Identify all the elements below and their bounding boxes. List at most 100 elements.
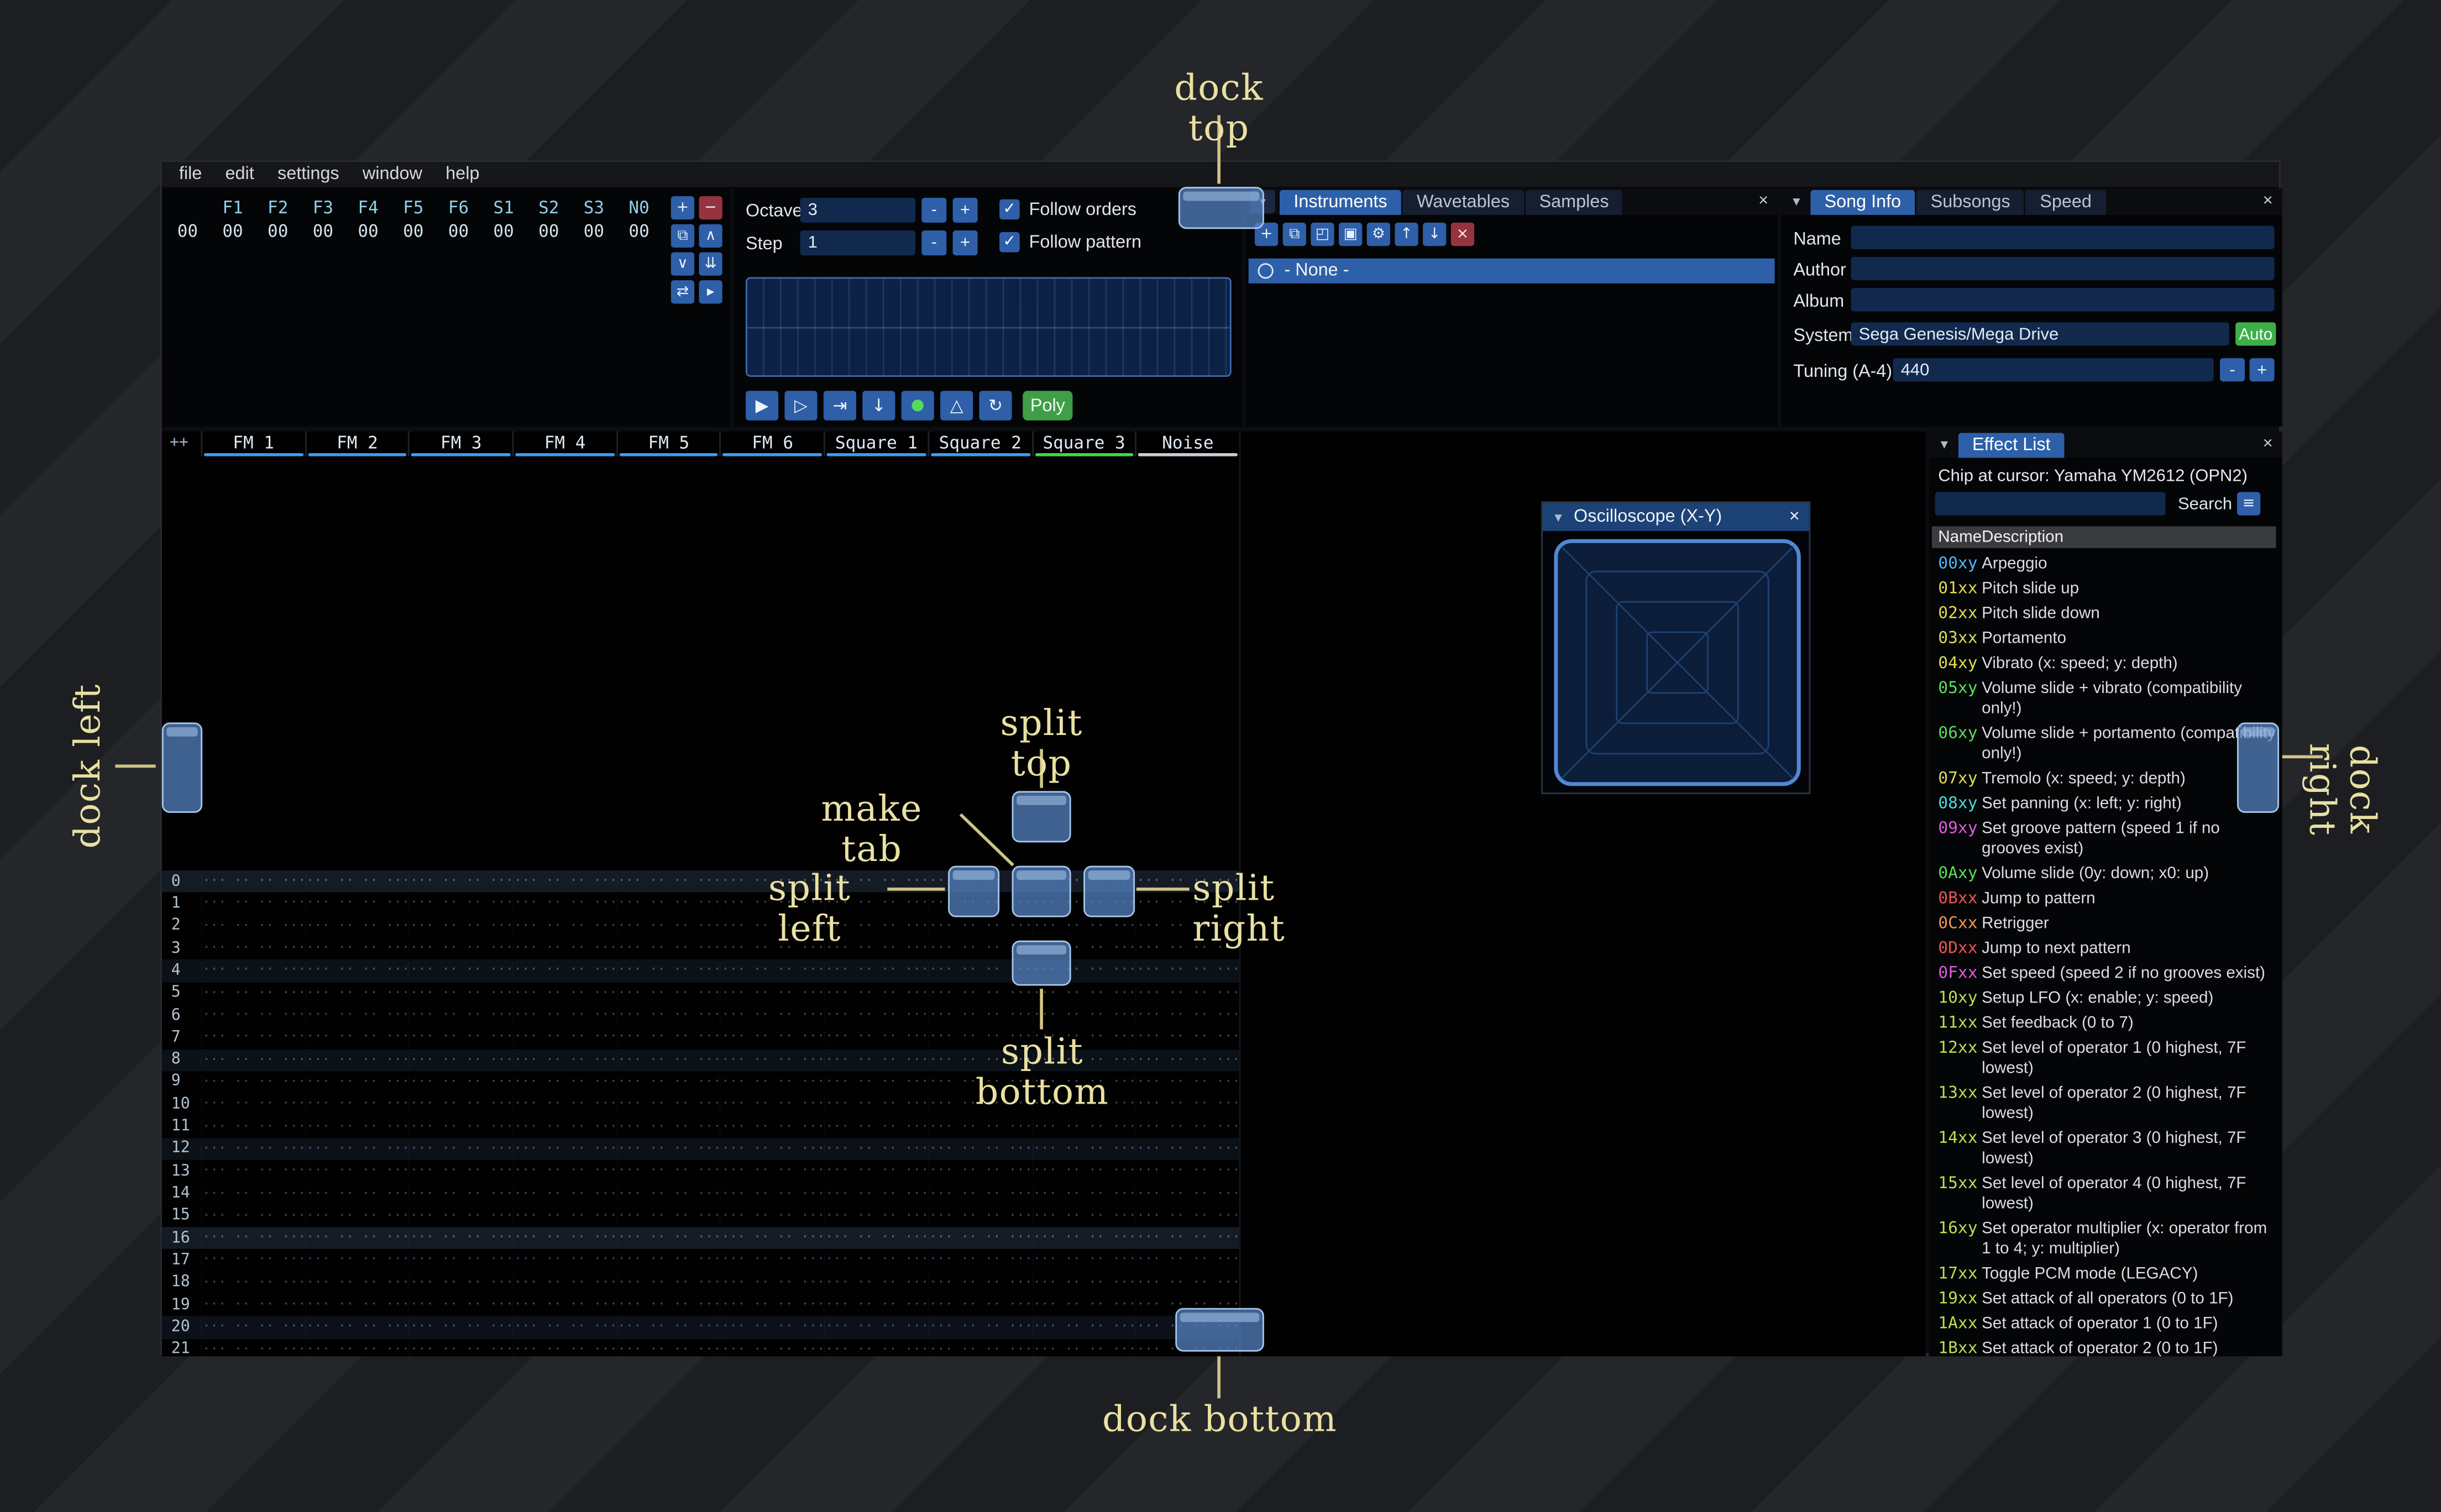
menu-item-help[interactable]: help: [446, 165, 479, 184]
play-from-cursor-button[interactable]: ⇥: [823, 391, 856, 421]
pattern-cell[interactable]: ··· ·· ·· ···: [201, 1074, 305, 1090]
pattern-cell[interactable]: ··· ·· ·· ···: [927, 985, 1031, 1001]
record-button[interactable]: ●: [901, 391, 934, 421]
pattern-cell[interactable]: ··· ·· ·· ···: [201, 918, 305, 935]
piano-widget[interactable]: [746, 277, 1232, 377]
channel-header-fm-2[interactable]: FM 2: [305, 431, 408, 456]
duplicate-instrument-button[interactable]: ⧉: [1282, 222, 1306, 246]
close-icon[interactable]: ×: [1758, 192, 1768, 211]
order-cell[interactable]: 00: [345, 221, 391, 244]
effect-row[interactable]: 0Fxx Set speed (speed 2 if no grooves exi…: [1932, 961, 2282, 986]
effect-row[interactable]: 1Axx Set attack of operator 1 (0 to 1F): [1932, 1311, 2282, 1336]
pattern-cell[interactable]: ··· ·· ·· ···: [512, 985, 616, 1001]
effect-row[interactable]: 00xy Arpeggio: [1932, 551, 2282, 576]
pattern-cell[interactable]: ··· ·· ·· ···: [616, 1342, 720, 1357]
pattern-cell[interactable]: ··· ·· ·· ···: [1135, 1275, 1239, 1291]
pattern-cell[interactable]: ··· ·· ·· ···: [824, 985, 928, 1001]
pattern-cell[interactable]: ··· ·· ·· ···: [512, 874, 616, 890]
tuning-field[interactable]: 440: [1893, 358, 2214, 382]
pattern-cell[interactable]: ··· ·· ·· ···: [1031, 1230, 1135, 1246]
menu-item-settings[interactable]: settings: [277, 165, 339, 184]
step-one-row-button[interactable]: ↓: [862, 391, 895, 421]
pattern-cell[interactable]: ··· ·· ·· ···: [201, 1052, 305, 1068]
pattern-cell[interactable]: ··· ·· ·· ···: [305, 1252, 408, 1268]
pattern-cell[interactable]: ··· ·· ·· ···: [1031, 1007, 1135, 1023]
close-icon[interactable]: ×: [1789, 508, 1800, 527]
tuning-decrease-button[interactable]: -: [2220, 358, 2245, 382]
menu-item-file[interactable]: file: [179, 165, 202, 184]
pattern-cell[interactable]: ··· ·· ·· ···: [616, 963, 720, 979]
pattern-cell[interactable]: ··· ·· ·· ···: [616, 1319, 720, 1335]
pattern-cell[interactable]: ··· ·· ·· ···: [824, 1119, 928, 1135]
follow-orders-checkbox[interactable]: ✓: [999, 199, 1020, 220]
effect-row[interactable]: 0Axy Volume slide (0y: down; x0: up): [1932, 861, 2282, 886]
tab-song-info[interactable]: Song Info: [1810, 190, 1915, 215]
effect-row[interactable]: 0Bxx Jump to pattern: [1932, 886, 2282, 911]
pattern-cell[interactable]: ··· ·· ·· ···: [720, 1007, 824, 1023]
move-order-down-button[interactable]: ∨: [671, 252, 695, 276]
poly-toggle-button[interactable]: Poly: [1023, 391, 1073, 421]
pattern-cell[interactable]: ··· ·· ·· ···: [616, 1052, 720, 1068]
pattern-cell[interactable]: ··· ·· ·· ···: [408, 1230, 512, 1246]
channel-header-fm-4[interactable]: FM 4: [512, 431, 616, 456]
save-instrument-button[interactable]: ▣: [1339, 222, 1363, 246]
order-cell[interactable]: 00: [301, 221, 346, 244]
pattern-cell[interactable]: ··· ·· ·· ···: [201, 1096, 305, 1112]
pattern-cell[interactable]: ··· ·· ·· ···: [408, 941, 512, 957]
pattern-cell[interactable]: ··· ·· ·· ···: [408, 874, 512, 890]
pattern-cell[interactable]: ··· ·· ·· ···: [305, 874, 408, 890]
pattern-cell[interactable]: ··· ·· ·· ···: [408, 1275, 512, 1291]
pattern-cell[interactable]: ··· ·· ·· ···: [512, 1185, 616, 1201]
effect-row[interactable]: 10xy Setup LFO (x: enable; y: speed): [1932, 986, 2282, 1011]
pattern-cell[interactable]: ··· ·· ·· ···: [1031, 1163, 1135, 1179]
pattern-cell[interactable]: ··· ·· ·· ···: [305, 896, 408, 912]
pattern-cell[interactable]: ··· ·· ·· ···: [305, 1297, 408, 1313]
pattern-cell[interactable]: ··· ·· ·· ···: [720, 985, 824, 1001]
pattern-cell[interactable]: ··· ·· ·· ···: [720, 963, 824, 979]
move-order-up-button[interactable]: ∧: [699, 224, 722, 248]
pattern-cell[interactable]: ··· ·· ·· ···: [408, 918, 512, 935]
effect-row[interactable]: 09xy Set groove pattern (speed 1 if no gr…: [1932, 816, 2282, 861]
expand-channels-button[interactable]: ++: [170, 434, 188, 452]
move-instrument-up-button[interactable]: ↑: [1395, 222, 1418, 246]
instrument-list-item[interactable]: - None -: [1248, 258, 1775, 284]
channel-header-square-3[interactable]: Square 3: [1031, 431, 1135, 456]
pattern-cell[interactable]: ··· ·· ·· ···: [201, 1252, 305, 1268]
pattern-cell[interactable]: ··· ·· ·· ···: [824, 1030, 928, 1046]
pattern-cell[interactable]: ··· ·· ·· ···: [616, 1252, 720, 1268]
pattern-cell[interactable]: ··· ·· ·· ···: [305, 1275, 408, 1291]
channel-header-fm-1[interactable]: FM 1: [201, 431, 305, 456]
pattern-cell[interactable]: ··· ·· ·· ···: [616, 941, 720, 957]
pattern-cell[interactable]: ··· ·· ·· ···: [720, 1208, 824, 1224]
order-cell[interactable]: 00: [255, 221, 301, 244]
pattern-cell[interactable]: ··· ·· ·· ···: [824, 1074, 928, 1090]
pattern-cell[interactable]: ··· ·· ·· ···: [616, 1030, 720, 1046]
play-pattern-button[interactable]: ▷: [784, 391, 818, 421]
pattern-cell[interactable]: ··· ·· ·· ···: [512, 1074, 616, 1090]
pattern-cell[interactable]: ··· ·· ·· ···: [201, 1119, 305, 1135]
pattern-cell[interactable]: ··· ·· ·· ···: [927, 1141, 1031, 1157]
pattern-cell[interactable]: ··· ·· ·· ···: [512, 1275, 616, 1291]
pattern-cell[interactable]: ··· ·· ·· ···: [720, 1230, 824, 1246]
name-field[interactable]: [1851, 225, 2275, 249]
collapse-icon[interactable]: ▼: [1552, 510, 1564, 524]
pattern-cell[interactable]: ··· ·· ·· ···: [305, 985, 408, 1001]
pattern-cell[interactable]: ··· ·· ·· ···: [512, 1252, 616, 1268]
effect-row[interactable]: 01xx Pitch slide up: [1932, 576, 2282, 601]
pattern-cell[interactable]: ··· ·· ·· ···: [616, 1297, 720, 1313]
pattern-cell[interactable]: ··· ·· ·· ···: [408, 1096, 512, 1112]
pattern-cell[interactable]: ··· ·· ·· ···: [720, 1319, 824, 1335]
pattern-cell[interactable]: ··· ·· ·· ···: [512, 1163, 616, 1179]
pattern-cell[interactable]: ··· ·· ·· ···: [1135, 1141, 1239, 1157]
pattern-cell[interactable]: ··· ·· ·· ···: [512, 1297, 616, 1313]
pattern-cell[interactable]: ··· ·· ·· ···: [305, 1185, 408, 1201]
collapse-icon[interactable]: ▼: [1790, 195, 1803, 208]
play-button[interactable]: ▶: [746, 391, 779, 421]
pattern-cell[interactable]: ··· ·· ·· ···: [824, 1208, 928, 1224]
order-cell[interactable]: 00: [572, 221, 617, 244]
pattern-cell[interactable]: ··· ·· ·· ···: [408, 1319, 512, 1335]
follow-pattern-checkbox[interactable]: ✓: [999, 232, 1020, 253]
pattern-cell[interactable]: ··· ·· ·· ···: [305, 1030, 408, 1046]
pattern-cell[interactable]: ··· ·· ·· ···: [512, 1208, 616, 1224]
pattern-cell[interactable]: ··· ·· ·· ···: [305, 1208, 408, 1224]
